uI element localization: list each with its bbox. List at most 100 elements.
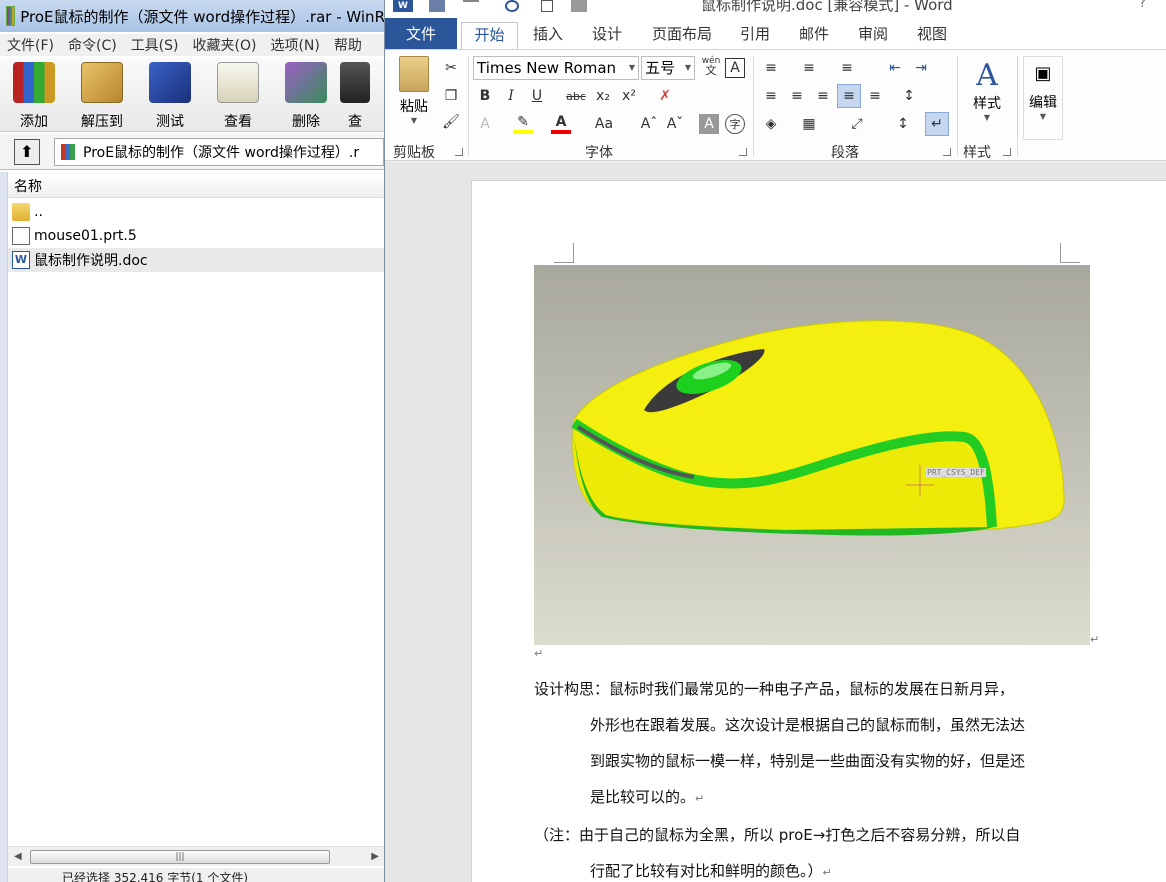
numbering-icon[interactable]: ≡ [799, 58, 819, 78]
winrar-title-bar[interactable]: ProE鼠标的制作（源文件 word操作过程）.rar - WinR [0, 0, 384, 32]
help-icon[interactable]: ? [1139, 0, 1146, 11]
tab-file[interactable]: 文件 [385, 18, 457, 50]
menu-tools[interactable]: 工具(S) [124, 35, 186, 55]
editing-label: 编辑 [1029, 95, 1057, 111]
copy-icon[interactable]: ❐ [441, 86, 461, 106]
subscript-button[interactable]: x₂ [593, 86, 613, 106]
asian-layout-icon[interactable]: ⤢ [847, 114, 867, 134]
font-size-combo[interactable]: 五号 ▼ [641, 56, 695, 80]
file-name: 鼠标制作说明.doc [34, 253, 148, 269]
italic-button[interactable]: I [501, 86, 521, 106]
underline-button[interactable]: U [527, 86, 547, 106]
test-button[interactable]: 测试 [136, 58, 204, 131]
document-body[interactable]: 设计构思：鼠标时我们最常见的一种电子产品，鼠标的发展在日新月异， 外形也在跟着发… [534, 671, 1074, 882]
undo-icon[interactable] [463, 0, 479, 12]
archive-path-text: ProE鼠标的制作（源文件 word操作过程）.r [83, 144, 360, 161]
tab-design[interactable]: 设计 [584, 22, 630, 50]
font-name-combo[interactable]: Times New Roman ▼ [473, 56, 639, 80]
save-icon[interactable] [429, 0, 445, 12]
tab-layout[interactable]: 页面布局 [643, 22, 721, 50]
delete-button[interactable]: 删除 [272, 58, 340, 131]
horizontal-scrollbar[interactable]: ◀ ||| ▶ [8, 846, 384, 866]
archive-path-field[interactable]: ProE鼠标的制作（源文件 word操作过程）.r [54, 137, 384, 166]
tab-view[interactable]: 视图 [909, 22, 955, 50]
menu-help[interactable]: 帮助 [327, 35, 369, 55]
clipboard-launcher-icon[interactable] [455, 148, 463, 156]
find-button[interactable]: 查 [340, 58, 370, 131]
increase-indent-icon[interactable]: ⇥ [911, 58, 931, 78]
tab-references[interactable]: 引用 [732, 22, 778, 50]
clear-format-icon[interactable]: ✗ [655, 86, 675, 106]
column-header-name[interactable]: 名称 [8, 176, 384, 198]
text-effects-icon[interactable]: A [475, 114, 495, 134]
tab-insert[interactable]: 插入 [525, 22, 571, 50]
strikethrough-button[interactable]: abc [563, 86, 589, 106]
shading-icon[interactable]: ◈ [761, 114, 781, 134]
document-page[interactable]: PRT_CSYS_DEF ↵ ↵ 设计构思：鼠标时我们最常见的一种电子产品，鼠标… [471, 180, 1166, 882]
align-left-icon[interactable]: ≡ [761, 86, 781, 106]
tab-home[interactable]: 开始 [461, 22, 518, 50]
up-folder-icon[interactable]: ⬆ [14, 138, 40, 165]
enclose-char-icon[interactable]: 字 [725, 114, 745, 134]
char-shading-icon[interactable]: A [699, 114, 719, 134]
borders-icon[interactable]: ▦ [799, 114, 819, 134]
char-border-icon[interactable]: A [725, 58, 745, 78]
books-stack-icon [13, 62, 55, 103]
highlight-icon[interactable]: ✎ [513, 114, 533, 134]
ribbon-tabs: 文件 开始 插入 设计 页面布局 引用 邮件 审阅 视图 [385, 18, 1166, 50]
desktop: ProE鼠标的制作（源文件 word操作过程）.rar - WinR 文件(F)… [0, 0, 1166, 882]
menu-file[interactable]: 文件(F) [0, 35, 61, 55]
sort-icon[interactable]: ↕ [893, 114, 913, 134]
decrease-indent-icon[interactable]: ⇤ [885, 58, 905, 78]
menu-options[interactable]: 选项(N) [263, 35, 326, 55]
redo-icon[interactable] [505, 0, 519, 12]
scroll-left-icon[interactable]: ◀ [14, 851, 22, 862]
shrink-font-icon[interactable]: Aˇ [665, 114, 685, 134]
multilevel-list-icon[interactable]: ≡ [837, 58, 857, 78]
grow-font-icon[interactable]: Aˆ [639, 114, 659, 134]
editing-button[interactable]: ▣ 编辑 ▼ [1023, 56, 1063, 140]
change-case-button[interactable]: Aa [589, 114, 619, 134]
tab-review[interactable]: 审阅 [850, 22, 896, 50]
font-color-icon[interactable]: A [551, 114, 571, 134]
font-launcher-icon[interactable] [739, 148, 747, 156]
add-button[interactable]: 添加 [0, 58, 68, 131]
scrollbar-thumb[interactable]: ||| [30, 850, 330, 864]
line-spacing-icon[interactable]: ↕ [899, 86, 919, 106]
bold-button[interactable]: B [475, 86, 495, 106]
format-painter-icon[interactable]: 🖌 [441, 112, 461, 132]
show-marks-icon[interactable]: ↵ [925, 112, 949, 136]
list-item[interactable]: mouse01.prt.5 [8, 224, 384, 248]
bullets-icon[interactable]: ≡ [761, 58, 781, 78]
list-item[interactable]: .. [8, 200, 384, 224]
menu-favorites[interactable]: 收藏夹(O) [186, 35, 264, 55]
scroll-right-icon[interactable]: ▶ [371, 851, 379, 862]
csys-label: PRT_CSYS_DEF [926, 468, 986, 477]
justify-icon[interactable]: ≡ [837, 84, 861, 108]
menu-commands[interactable]: 命令(C) [61, 35, 124, 55]
font-group-label: 字体 [585, 145, 613, 161]
tab-mailings[interactable]: 邮件 [791, 22, 837, 50]
mouse-model-image[interactable]: PRT_CSYS_DEF [534, 265, 1090, 645]
styles-button[interactable]: A 样式 ▼ [965, 58, 1009, 138]
paragraph-launcher-icon[interactable] [943, 148, 951, 156]
align-center-icon[interactable]: ≡ [787, 86, 807, 106]
styles-launcher-icon[interactable] [1003, 148, 1011, 156]
checkmark-book-icon [149, 62, 191, 103]
new-doc-icon[interactable] [541, 0, 553, 12]
phonetic-guide-icon[interactable]: wén 文 [701, 56, 721, 76]
divider [468, 56, 469, 156]
styles-label: 样式 [973, 96, 1001, 112]
list-item[interactable]: W 鼠标制作说明.doc [8, 248, 384, 272]
cut-icon[interactable]: ✂ [441, 58, 461, 78]
superscript-button[interactable]: x² [619, 86, 639, 106]
distributed-icon[interactable]: ≡ [865, 86, 885, 106]
print-icon[interactable] [571, 0, 587, 12]
word-title-bar[interactable]: W 鼠标制作说明.doc [兼容模式] - Word ? [385, 0, 1166, 18]
align-right-icon[interactable]: ≡ [813, 86, 833, 106]
add-label: 添加 [20, 114, 48, 130]
view-button[interactable]: 查看 [204, 58, 272, 131]
paste-button[interactable]: 粘贴 ▼ [395, 56, 433, 132]
archive-icon [61, 143, 75, 160]
extract-button[interactable]: 解压到 [68, 58, 136, 131]
